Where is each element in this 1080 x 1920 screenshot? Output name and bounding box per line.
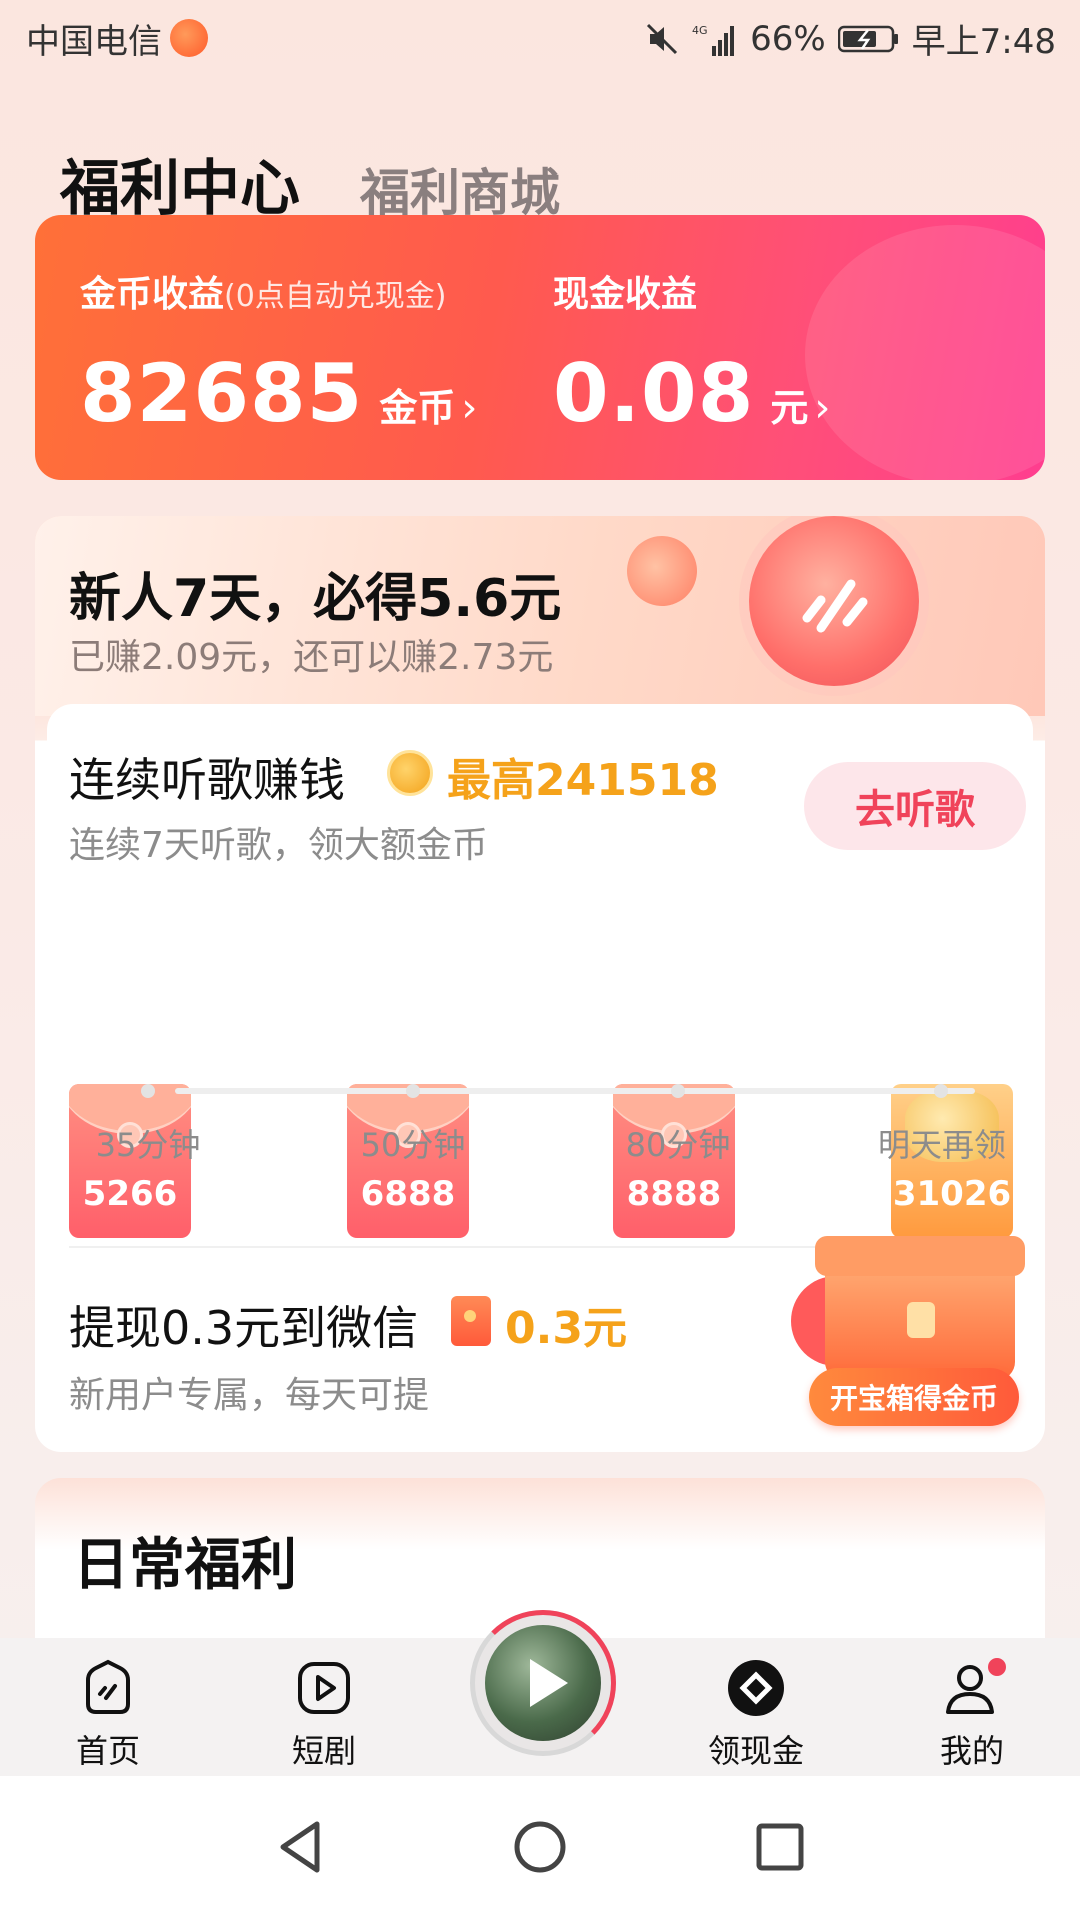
coin-balance: 82685: [80, 347, 364, 440]
newbie-subtitle: 已赚2.09元，还可以赚2.73元: [69, 637, 554, 678]
progress-label: 50分钟: [360, 1126, 466, 1164]
large-coin-icon: [749, 516, 919, 686]
red-envelope-icon: [451, 1296, 491, 1346]
system-navigation-bar: [0, 1776, 1080, 1920]
reward-amount: 8888: [626, 1174, 722, 1214]
notification-dot: [988, 1658, 1006, 1676]
listen-max-reward: 最高241518: [447, 755, 719, 806]
play-video-icon: [298, 1662, 350, 1714]
recents-icon[interactable]: [745, 1812, 815, 1882]
status-bar: 中国电信 4G 66% 早上7:48: [0, 0, 1080, 76]
nav-profile[interactable]: 我的: [912, 1658, 1032, 1772]
coin-logo-icon: [802, 579, 868, 633]
chevron-right-icon: ›: [814, 385, 831, 431]
cash-unit: 元: [770, 386, 809, 430]
status-icons: 4G 66% 早上7:48: [644, 14, 1056, 63]
progress-dot: [934, 1084, 948, 1098]
chest-lid: [815, 1236, 1025, 1276]
nav-profile-label: 我的: [939, 1732, 1004, 1770]
mute-icon: [647, 23, 678, 54]
open-chest-button[interactable]: 开宝箱得金币: [809, 1368, 1019, 1426]
nav-home-label: 首页: [75, 1732, 140, 1770]
coin-earnings-title: 金币收益: [80, 274, 225, 315]
listen-task: 连续听歌赚钱 最高241518 连续7天听歌，领大额金币 去听歌 5266 68…: [47, 704, 1033, 1254]
music-player-button[interactable]: [470, 1610, 616, 1756]
cash-earnings-title: 现金收益: [553, 274, 698, 315]
withdraw-title: 提现0.3元到微信: [69, 1301, 419, 1355]
treasure-chest-icon[interactable]: [815, 1236, 1025, 1380]
cash-balance: 0.08: [553, 347, 755, 440]
back-icon[interactable]: [265, 1812, 335, 1882]
gold-coin-icon: [387, 750, 433, 796]
progress-dot: [141, 1084, 155, 1098]
listen-task-title: 连续听歌赚钱: [69, 753, 345, 807]
svg-text:4G: 4G: [692, 24, 708, 37]
go-listen-button[interactable]: 去听歌: [804, 762, 1026, 850]
reward-amount: 5266: [82, 1174, 178, 1214]
header-tabs: 福利中心 福利商城: [60, 140, 560, 227]
progress-dot: [406, 1084, 420, 1098]
coin-earnings-header: 金币收益(0点自动兑现金): [80, 265, 477, 317]
play-icon: [530, 1659, 568, 1707]
progress-track: [175, 1088, 975, 1094]
signal-icon: 4G: [692, 24, 735, 56]
coin-unit: 金币: [379, 386, 456, 430]
coin-earnings[interactable]: 金币收益(0点自动兑现金) 82685 金币 ›: [80, 265, 477, 440]
chest-lock-icon: [907, 1302, 935, 1338]
home-icon: [86, 1659, 130, 1714]
nav-get-cash-label: 领现金: [707, 1732, 804, 1770]
newbie-title: 新人7天，必得5.6元: [69, 569, 562, 629]
carrier-label: 中国电信: [26, 22, 162, 62]
bottom-nav: 首页 短剧 领现金 我的: [0, 1610, 1080, 1776]
newbie-banner: 新人7天，必得5.6元 已赚2.09元，还可以赚2.73元: [35, 516, 1045, 716]
daily-welfare-title: 日常福利: [73, 1533, 297, 1598]
nav-short-drama-label: 短剧: [291, 1732, 356, 1770]
reward-amount: 31026: [892, 1174, 1012, 1214]
cash-icon: [728, 1660, 784, 1716]
listen-task-subtitle: 连续7天听歌，领大额金币: [69, 825, 488, 866]
progress-label: 明天再领: [877, 1126, 1006, 1164]
chevron-right-icon: ›: [461, 385, 478, 431]
small-coin-icon: [614, 523, 710, 619]
withdraw-subtitle: 新用户专属，每天可提: [69, 1375, 430, 1416]
battery-icon: [837, 25, 898, 52]
progress-label: 35分钟: [95, 1126, 201, 1164]
progress-dot: [671, 1084, 685, 1098]
withdraw-amount: 0.3元: [505, 1303, 627, 1354]
coin-earnings-note: (0点自动兑现金): [224, 279, 447, 314]
cash-earnings[interactable]: 现金收益 0.08 元 ›: [553, 265, 830, 440]
battery-percent: 66%: [750, 18, 826, 59]
card-decoration: [805, 225, 1045, 480]
coin-earnings-row: 82685 金币 ›: [80, 347, 477, 440]
progress-label: 80分钟: [625, 1126, 731, 1164]
nav-get-cash[interactable]: 领现金: [696, 1658, 816, 1772]
nav-short-drama[interactable]: 短剧: [264, 1658, 384, 1772]
clock: 早上7:48: [911, 22, 1056, 62]
tab-welfare-center[interactable]: 福利中心: [60, 140, 300, 227]
task-card: 新人7天，必得5.6元 已赚2.09元，还可以赚2.73元 连续听歌赚钱 最高2…: [35, 516, 1045, 1452]
app-badge-icon: [170, 19, 208, 57]
cash-earnings-row: 0.08 元 ›: [553, 347, 830, 440]
nav-home[interactable]: 首页: [48, 1658, 168, 1772]
home-circle-icon[interactable]: [505, 1812, 575, 1882]
reward-amount: 6888: [360, 1174, 456, 1214]
earnings-card: 金币收益(0点自动兑现金) 82685 金币 › 现金收益 0.08 元 ›: [35, 215, 1045, 480]
